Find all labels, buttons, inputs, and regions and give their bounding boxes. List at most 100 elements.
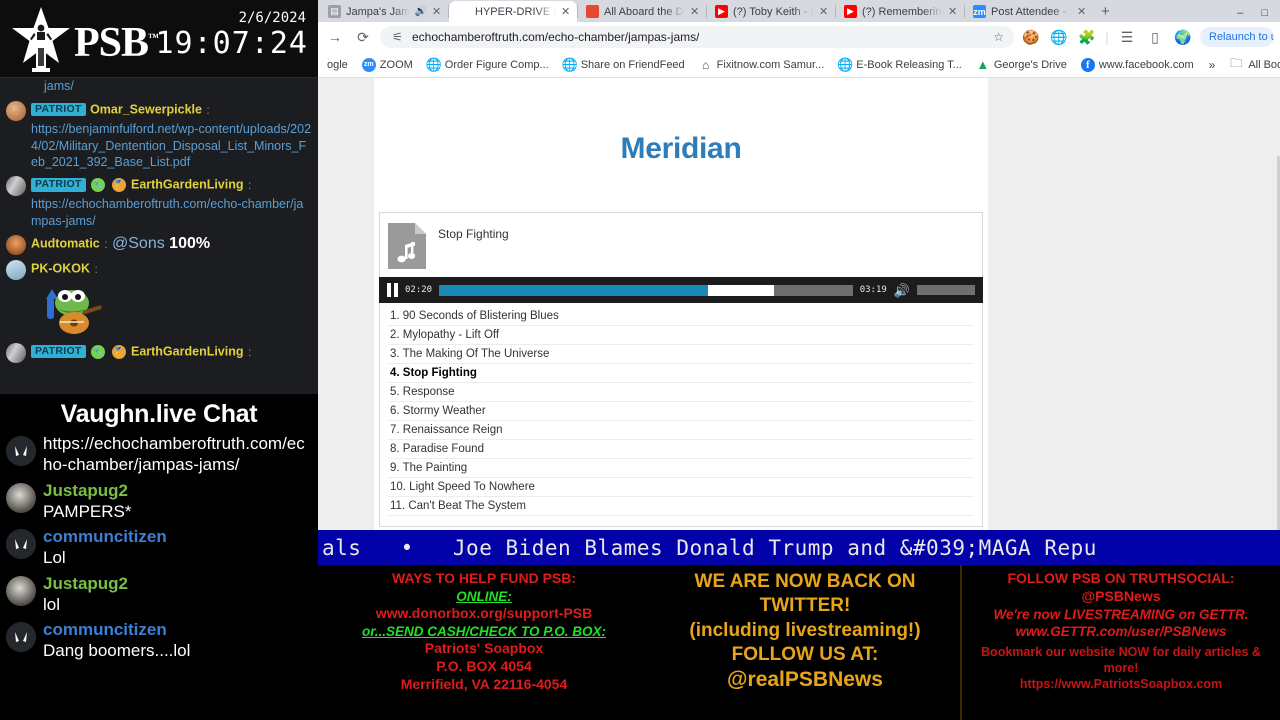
all-bookmarks-button[interactable]: 🗀 All Book <box>1223 56 1280 72</box>
star-icon[interactable]: ☆ <box>993 30 1004 44</box>
reading-list-icon[interactable]: ☰ <box>1116 26 1138 48</box>
chat-message: Audtomatic : @Sons 100% <box>4 231 314 256</box>
reload-icon[interactable]: ⟳ <box>352 26 374 48</box>
chat-username[interactable]: Omar_Sewerpickle <box>90 103 202 117</box>
drive-icon: ▲ <box>975 57 990 72</box>
chat-username[interactable]: EarthGardenLiving <box>131 178 244 192</box>
duration: 03:19 <box>859 285 887 295</box>
pause-icon[interactable] <box>387 283 398 297</box>
chat-link[interactable]: https://echochamberoftruth.com/echo-cham… <box>31 196 312 230</box>
browser-tab-5[interactable]: zm Post Attendee - Zoo ✕ <box>965 1 1093 22</box>
promo-line: ONLINE: <box>456 588 512 604</box>
track-list-item[interactable]: 4. Stop Fighting <box>388 364 974 383</box>
tab-close-icon[interactable]: ✕ <box>1077 5 1087 18</box>
address-bar[interactable]: ⚟ echochamberoftruth.com/echo-chamber/ja… <box>380 26 1014 48</box>
chat-panel-top[interactable]: jams/ PATRIOT Omar_Sewerpickle : https:/… <box>0 78 318 394</box>
ticker-headline: Joe Biden Blames Donald Trump and &#039;… <box>452 535 1097 560</box>
tab-close-icon[interactable]: ✕ <box>690 5 700 18</box>
browser-toolbar: → ⟳ ⚟ echochamberoftruth.com/echo-chambe… <box>318 22 1280 52</box>
browser-tab-3[interactable]: ▶ (?) Toby Keith - Don ✕ <box>707 1 835 22</box>
avatar <box>6 575 36 606</box>
chat-username[interactable]: communcitizen <box>43 526 312 547</box>
bookmarks-overflow-button[interactable]: » <box>1201 58 1224 72</box>
volume-slider[interactable] <box>917 285 975 295</box>
track-list-item[interactable]: 5. Response <box>388 383 974 402</box>
chat-username[interactable]: PK-OKOK <box>31 261 90 275</box>
seek-bar[interactable] <box>439 284 853 296</box>
track-list-item[interactable]: 11. Can't Beat The System <box>388 497 974 516</box>
chat-panel-bottom[interactable]: Vaughn.live Chat https://echochamberoftr… <box>0 394 318 720</box>
chat-link[interactable]: https://benjaminfulford.net/wp-content/u… <box>31 121 312 172</box>
track-list-item[interactable]: 7. Renaissance Reign <box>388 421 974 440</box>
track-list-item[interactable]: 2. Mylopathy - Lift Off <box>388 326 974 345</box>
speaker-icon[interactable]: 🔊 <box>894 284 910 297</box>
chat-username[interactable]: communcitizen <box>43 619 312 640</box>
bookmark-label: E-Book Releasing T... <box>856 58 962 71</box>
track-list-item[interactable]: 8. Paradise Found <box>388 440 974 459</box>
url-text: echochamberoftruth.com/echo-chamber/jamp… <box>412 30 700 44</box>
promo-line: P.O. BOX 4054 <box>436 658 532 675</box>
chat-mention[interactable]: @Sons <box>112 235 165 252</box>
orange-award-icon: 🏅 <box>111 178 126 193</box>
track-list-item[interactable]: 9. The Painting <box>388 459 974 478</box>
bookmark-item[interactable]: f www.facebook.com <box>1074 57 1201 72</box>
bookmark-item[interactable]: zm ZOOM <box>355 57 420 72</box>
track-list-item[interactable]: 1. 90 Seconds of Blistering Blues <box>388 307 974 326</box>
red-icon <box>586 5 599 18</box>
chat-username[interactable]: EarthGardenLiving <box>131 344 244 358</box>
chat-username[interactable]: Justapug2 <box>43 573 312 594</box>
bookmark-item[interactable]: 🌐 E-Book Releasing T... <box>831 57 969 72</box>
tab-close-icon[interactable]: ✕ <box>948 5 958 18</box>
bookmark-item[interactable]: 🌐 Share on FriendFeed <box>556 56 692 72</box>
new-tab-button[interactable]: + <box>1093 3 1118 22</box>
track-list-item[interactable]: 3. The Making Of The Universe <box>388 345 974 364</box>
track-list-item[interactable]: 10. Light Speed To Nowhere <box>388 478 974 497</box>
globe-extension-icon[interactable]: 🌐 <box>1048 26 1070 48</box>
bookmark-label: Share on FriendFeed <box>580 58 685 71</box>
psb-brand-text: PSB <box>74 20 149 66</box>
browser-window: ▤ Jampa's Jams – E 🔊 ✕ ▶ HYPER-DRIVE MON… <box>318 0 1280 720</box>
avatar <box>6 482 36 513</box>
zoom-icon: zm <box>973 5 986 18</box>
side-panel-icon[interactable]: ▯ <box>1144 26 1166 48</box>
chat-link[interactable]: https://echochamberoftruth.com/echo-cham… <box>43 433 312 476</box>
browser-tab-1[interactable]: ▶ HYPER-DRIVE MOND ✕ <box>449 1 577 22</box>
maximize-button[interactable]: □ <box>1261 7 1268 19</box>
minimize-button[interactable]: – <box>1237 7 1243 19</box>
promo-line: WE ARE NOW BACK ON TWITTER! <box>694 571 916 617</box>
tab-close-icon[interactable]: ✕ <box>561 5 571 18</box>
browser-tab-4[interactable]: ▶ (?) Remembering To ✕ <box>836 1 964 22</box>
promo-fund-column: WAYS TO HELP FUND PSB: ONLINE: www.donor… <box>318 565 650 720</box>
youtube-icon: ▶ <box>844 5 857 18</box>
news-ticker: als • Joe Biden Blames Donald Trump and … <box>318 530 1280 565</box>
tab-audio-icon[interactable]: 🔊 <box>415 6 427 17</box>
puzzle-extension-icon[interactable]: 🧩 <box>1076 26 1098 48</box>
ticker-fragment: als <box>322 535 362 560</box>
promo-line: Bookmark our website NOW for daily artic… <box>981 645 1261 676</box>
page-content: Meridian Stop Fighting 02:20 03:19 🔊 1. … <box>374 78 988 530</box>
tab-close-icon[interactable]: ✕ <box>819 5 829 18</box>
bookmark-item[interactable]: ⌂ Fixitnow.com Samur... <box>692 57 832 72</box>
promo-line: (including livestreaming!) <box>689 619 921 641</box>
chat-partial-link[interactable]: jams/ <box>4 78 314 97</box>
bookmark-item[interactable]: ogle <box>320 59 355 71</box>
screen-root: ▤ Jampa's Jams – E 🔊 ✕ ▶ HYPER-DRIVE MON… <box>0 0 1280 720</box>
bookmark-label: ogle <box>327 58 348 71</box>
browser-tab-0[interactable]: ▤ Jampa's Jams – E 🔊 ✕ <box>320 1 448 22</box>
cookie-extension-icon[interactable]: 🍪 <box>1020 26 1042 48</box>
bookmark-item[interactable]: 🌐 Order Figure Comp... <box>420 57 556 72</box>
relaunch-update-button[interactable]: Relaunch to upda <box>1200 27 1274 47</box>
browser-tab-2[interactable]: All Aboard the Disea ✕ <box>578 1 706 22</box>
chat-message: Justapug2 PAMPERS* <box>4 478 314 525</box>
track-list-item[interactable]: 6. Stormy Weather <box>388 402 974 421</box>
profile-avatar-icon[interactable]: 🌍 <box>1172 26 1194 48</box>
chat-username[interactable]: Justapug2 <box>43 480 312 501</box>
tab-close-icon[interactable]: ✕ <box>432 5 442 18</box>
forward-arrow-icon[interactable]: → <box>324 26 346 48</box>
tab-strip: ▤ Jampa's Jams – E 🔊 ✕ ▶ HYPER-DRIVE MON… <box>318 0 1280 22</box>
tune-icon[interactable]: ⚟ <box>390 26 405 48</box>
overlay-clock: 19:07:24 <box>155 26 308 61</box>
bookmark-item[interactable]: ▲ George's Drive <box>969 57 1074 72</box>
chat-username[interactable]: Audtomatic <box>31 236 100 250</box>
globe-icon: 🌐 <box>561 56 578 72</box>
